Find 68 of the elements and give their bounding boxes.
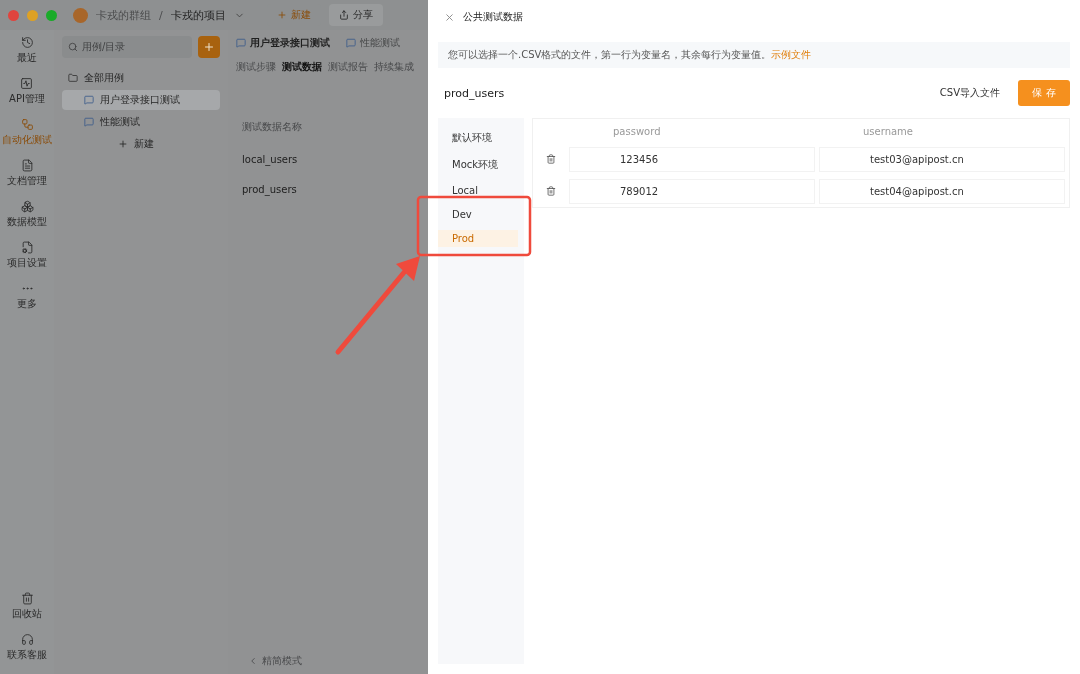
case-icon [346,38,356,48]
chart-icon [20,77,34,90]
data-set-name[interactable]: prod_users [236,184,420,195]
environment-item[interactable]: Local [438,182,518,199]
nav-item[interactable]: 回收站 [12,592,42,621]
new-case-link[interactable]: 新建 [62,134,220,154]
share-icon [338,10,349,20]
data-set-title: prod_users [444,86,506,100]
tree-item[interactable]: 用户登录接口测试 [62,90,220,110]
case-icon [236,38,246,48]
boxes-icon [20,200,34,213]
environment-item[interactable]: Dev [438,206,518,223]
environment-item[interactable]: Prod [438,230,518,247]
close-icon[interactable] [444,11,455,23]
environment-item[interactable]: Mock环境 [438,155,518,175]
logo-icon [73,7,88,23]
case-icon [84,95,94,105]
drawer-title: 公共测试数据 [463,10,523,24]
project-name[interactable]: 卡戎的项目 [170,7,226,23]
tree-item[interactable]: 性能测试 [62,112,220,132]
plus-icon [118,139,128,149]
nav-item[interactable]: 联系客服 [7,633,47,662]
environment-item[interactable]: 默认环境 [438,128,518,148]
group-name[interactable]: 卡戎的群组 [96,7,151,23]
delete-icon[interactable] [546,186,556,196]
trash-icon [20,592,34,605]
add-button[interactable] [198,36,220,58]
delete-icon[interactable] [546,154,556,164]
share-button[interactable]: 分享 [328,4,383,26]
document-icon [20,159,34,172]
table-cell[interactable]: test03@apipost.cn [819,146,1065,172]
nav-item[interactable]: 项目设置 [7,241,47,270]
sample-file-link[interactable]: 示例文件 [771,49,812,60]
search-field[interactable]: 用例/目录 [62,36,192,58]
column-header: username [862,125,914,137]
folder-icon [68,73,78,83]
workflow-icon [20,118,34,131]
tree-root[interactable]: 全部用例 [84,71,124,85]
close-dot[interactable] [8,9,19,21]
list-header: 测试数据名称 [241,120,303,134]
hint-text: 您可以选择一个.CSV格式的文件，第一行为变量名，其余每行为变量值。示例文件 [438,42,1070,68]
sub-tab[interactable]: 测试报告 [328,60,368,74]
minimize-dot[interactable] [27,9,38,21]
maximize-dot[interactable] [46,9,57,21]
nav-item[interactable]: 数据模型 [7,200,47,229]
search-icon [68,42,78,52]
table-cell[interactable]: 789012 [569,178,815,204]
table-cell[interactable]: test04@apipost.cn [819,178,1065,204]
headset-icon [20,633,34,646]
nav-item[interactable]: API管理 [9,77,45,106]
plus-icon [203,41,215,53]
document-tab[interactable]: 性能测试 [346,36,400,50]
history-icon [20,36,34,49]
case-icon [84,117,94,127]
sub-tab[interactable]: 持续集成 [374,60,414,74]
table-cell[interactable]: 123456 [569,146,815,172]
file-gear-icon [20,241,34,254]
breadcrumb-separator: / [159,8,163,22]
nav-item[interactable]: 文档管理 [7,159,47,188]
plus-icon [276,10,287,20]
nav-item[interactable]: 最近 [17,36,37,65]
sub-tab[interactable]: 测试步骤 [236,60,276,74]
data-set-name[interactable]: local_users [236,154,420,165]
chevron-left-icon [248,656,258,666]
sub-tab[interactable]: 测试数据 [282,60,322,74]
column-header: password [612,125,662,137]
nav-item[interactable]: 更多 [17,282,37,311]
document-tab[interactable]: 用户登录接口测试 [236,36,330,50]
